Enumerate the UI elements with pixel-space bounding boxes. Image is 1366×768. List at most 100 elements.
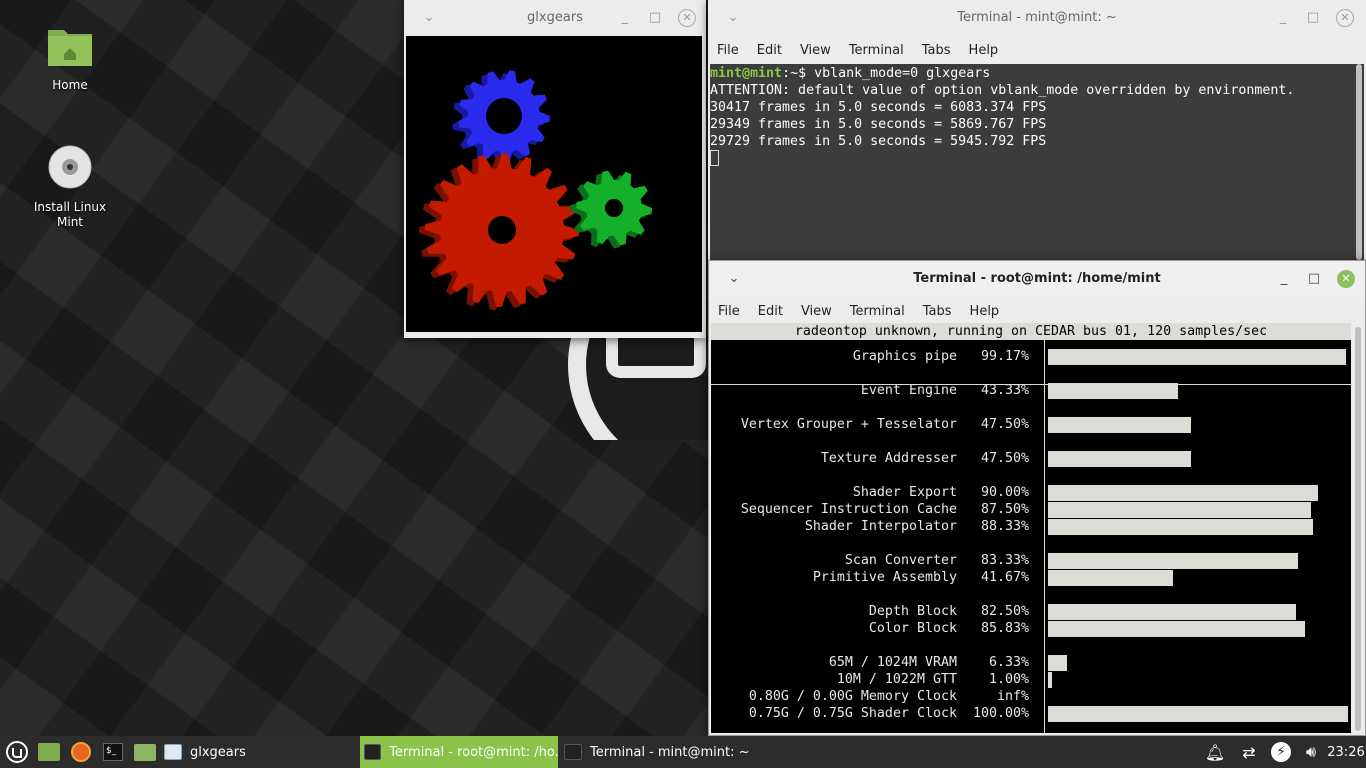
radeontop-row: Shader Interpolator 88.33% [711,518,1351,535]
taskbar-item-label: glxgears [190,744,246,760]
metric-spacer [957,485,973,500]
taskbar-item-glxgears[interactable]: glxgears [160,736,356,768]
menu-edit[interactable]: Edit [758,304,783,319]
metric-spacer [957,502,973,517]
menu-terminal[interactable]: Terminal [849,43,904,58]
usage-bar [1048,349,1346,365]
metric-value: 41.67% [980,570,1029,585]
blue-gear [452,70,550,165]
close-button[interactable]: ✕ [1336,9,1354,27]
metric-value: 83.33% [980,553,1029,568]
radeontop-output[interactable]: radeontop unknown, running on CEDAR bus … [711,323,1351,733]
radeontop-row: 65M / 1024M VRAM 6.33% [711,654,1351,671]
metric-name: 10M / 1022M GTT [836,672,957,687]
usage-bar [1048,553,1298,569]
glxgears-titlebar[interactable]: ⌄ glxgears _ □ ✕ [404,0,706,36]
taskbar-item-terminal-user[interactable]: Terminal - mint@mint: ~ [560,736,760,768]
metric-value: 88.33% [980,519,1029,534]
menu-terminal[interactable]: Terminal [850,304,905,319]
desktop-icon-home[interactable]: Home [25,24,115,93]
usage-bar [1048,604,1296,620]
terminal-root-menubar: File Edit View Terminal Tabs Help [709,297,1365,325]
usage-bar [1048,417,1191,433]
minimize-button[interactable]: _ [1274,9,1292,27]
menu-help[interactable]: Help [970,304,1000,319]
metric-name: 0.80G / 0.00G Memory Clock [748,689,957,704]
maximize-button[interactable]: □ [1305,270,1323,288]
bell-icon: 🔔︎ [1204,742,1226,762]
menu-file[interactable]: File [718,304,740,319]
menu-edit[interactable]: Edit [757,43,782,58]
metric-value: 47.50% [980,417,1029,432]
radeontop-row: Vertex Grouper + Tesselator 47.50% [711,416,1351,433]
terminal-user-titlebar[interactable]: ⌄ Terminal - mint@mint: ~ _ □ ✕ [708,0,1366,36]
network-button[interactable]: ⇄ [1234,736,1264,768]
output-line: 30417 frames in 5.0 seconds = 6083.374 F… [710,100,1047,115]
menu-file[interactable]: File [717,43,739,58]
close-button[interactable]: ✕ [1337,270,1355,288]
clock[interactable]: 23:26 [1326,736,1366,768]
radeontop-label: Scan Converter 83.33% [845,552,1029,569]
prompt-user: mint@mint [710,66,783,81]
metric-name: Texture Addresser [820,451,957,466]
power-icon: ⚡︎ [1271,742,1291,762]
volume-button[interactable]: 🔊︎ [1298,736,1324,768]
taskbar-item-terminal-root[interactable]: Terminal - root@mint: /ho... [360,736,558,768]
metric-value: inf% [996,689,1029,704]
mint-menu-icon [6,741,28,763]
metric-spacer [957,349,973,364]
menu-button[interactable] [2,736,32,768]
prompt-path: :~$ [782,66,807,81]
usage-bar [1048,672,1052,688]
show-desktop-button[interactable] [36,736,62,768]
terminal-icon [564,744,582,760]
power-button[interactable]: ⚡︎ [1268,736,1294,768]
scrollbar[interactable] [1356,64,1362,260]
notifications-button[interactable]: 🔔︎ [1202,736,1228,768]
metric-name: Graphics pipe [852,349,957,364]
scrollbar[interactable] [1355,327,1361,731]
desktop-icon-install-linux-mint[interactable]: Install Linux Mint [25,144,115,230]
metric-spacer [957,672,973,687]
radeontop-row: 10M / 1022M GTT 1.00% [711,671,1351,688]
firefox-launcher[interactable] [68,736,94,768]
radeontop-label: 0.80G / 0.00G Memory Clock inf% [749,688,1029,705]
taskbar: $_ glxgears Terminal - root@mint: /ho...… [0,736,1366,768]
radeontop-row: Event Engine 43.33% [711,382,1351,399]
terminal-root-window[interactable]: ⌄ Terminal - root@mint: /home/mint _ □ ✕… [708,260,1366,736]
metric-name: Event Engine [860,383,957,398]
radeontop-row: Depth Block 82.50% [711,603,1351,620]
radeontop-header: radeontop unknown, running on CEDAR bus … [711,323,1351,340]
minimize-button[interactable]: _ [616,9,634,27]
network-disconnected-icon: ⇄ [1242,742,1256,762]
terminal-root-titlebar[interactable]: ⌄ Terminal - root@mint: /home/mint _ □ ✕ [709,261,1365,297]
menu-tabs[interactable]: Tabs [923,304,952,319]
maximize-button[interactable]: □ [1304,9,1322,27]
menu-view[interactable]: View [800,43,831,58]
terminal-user-window[interactable]: ⌄ Terminal - mint@mint: ~ _ □ ✕ File Edi… [708,0,1366,260]
menu-help[interactable]: Help [969,43,999,58]
terminal-user-output[interactable]: mint@mint:~$ vblank_mode=0 glxgears ATTE… [710,64,1364,260]
close-button[interactable]: ✕ [678,9,696,27]
text-cursor [710,150,719,166]
terminal-icon [364,744,382,760]
metric-value: 1.00% [988,672,1029,687]
glxgears-window[interactable]: ⌄ glxgears _ □ ✕ [404,0,706,338]
radeontop-label: Shader Export 90.00% [853,484,1029,501]
usage-bar [1048,570,1173,586]
usage-bar [1048,519,1313,535]
menu-tabs[interactable]: Tabs [922,43,951,58]
metric-name: 0.75G / 0.75G Shader Clock [748,706,957,721]
output-line: 29349 frames in 5.0 seconds = 5869.767 F… [710,117,1047,132]
metric-value: 6.33% [988,655,1029,670]
metric-name: Vertex Grouper + Tesselator [740,417,957,432]
menu-view[interactable]: View [801,304,832,319]
minimize-button[interactable]: _ [1275,270,1293,288]
files-launcher[interactable] [132,736,158,768]
radeontop-label: Texture Addresser 47.50% [821,450,1029,467]
usage-bar [1048,706,1348,722]
volume-icon: 🔊︎ [1305,742,1317,761]
terminal-launcher[interactable]: $_ [100,736,126,768]
metric-spacer [957,553,973,568]
maximize-button[interactable]: □ [646,9,664,27]
